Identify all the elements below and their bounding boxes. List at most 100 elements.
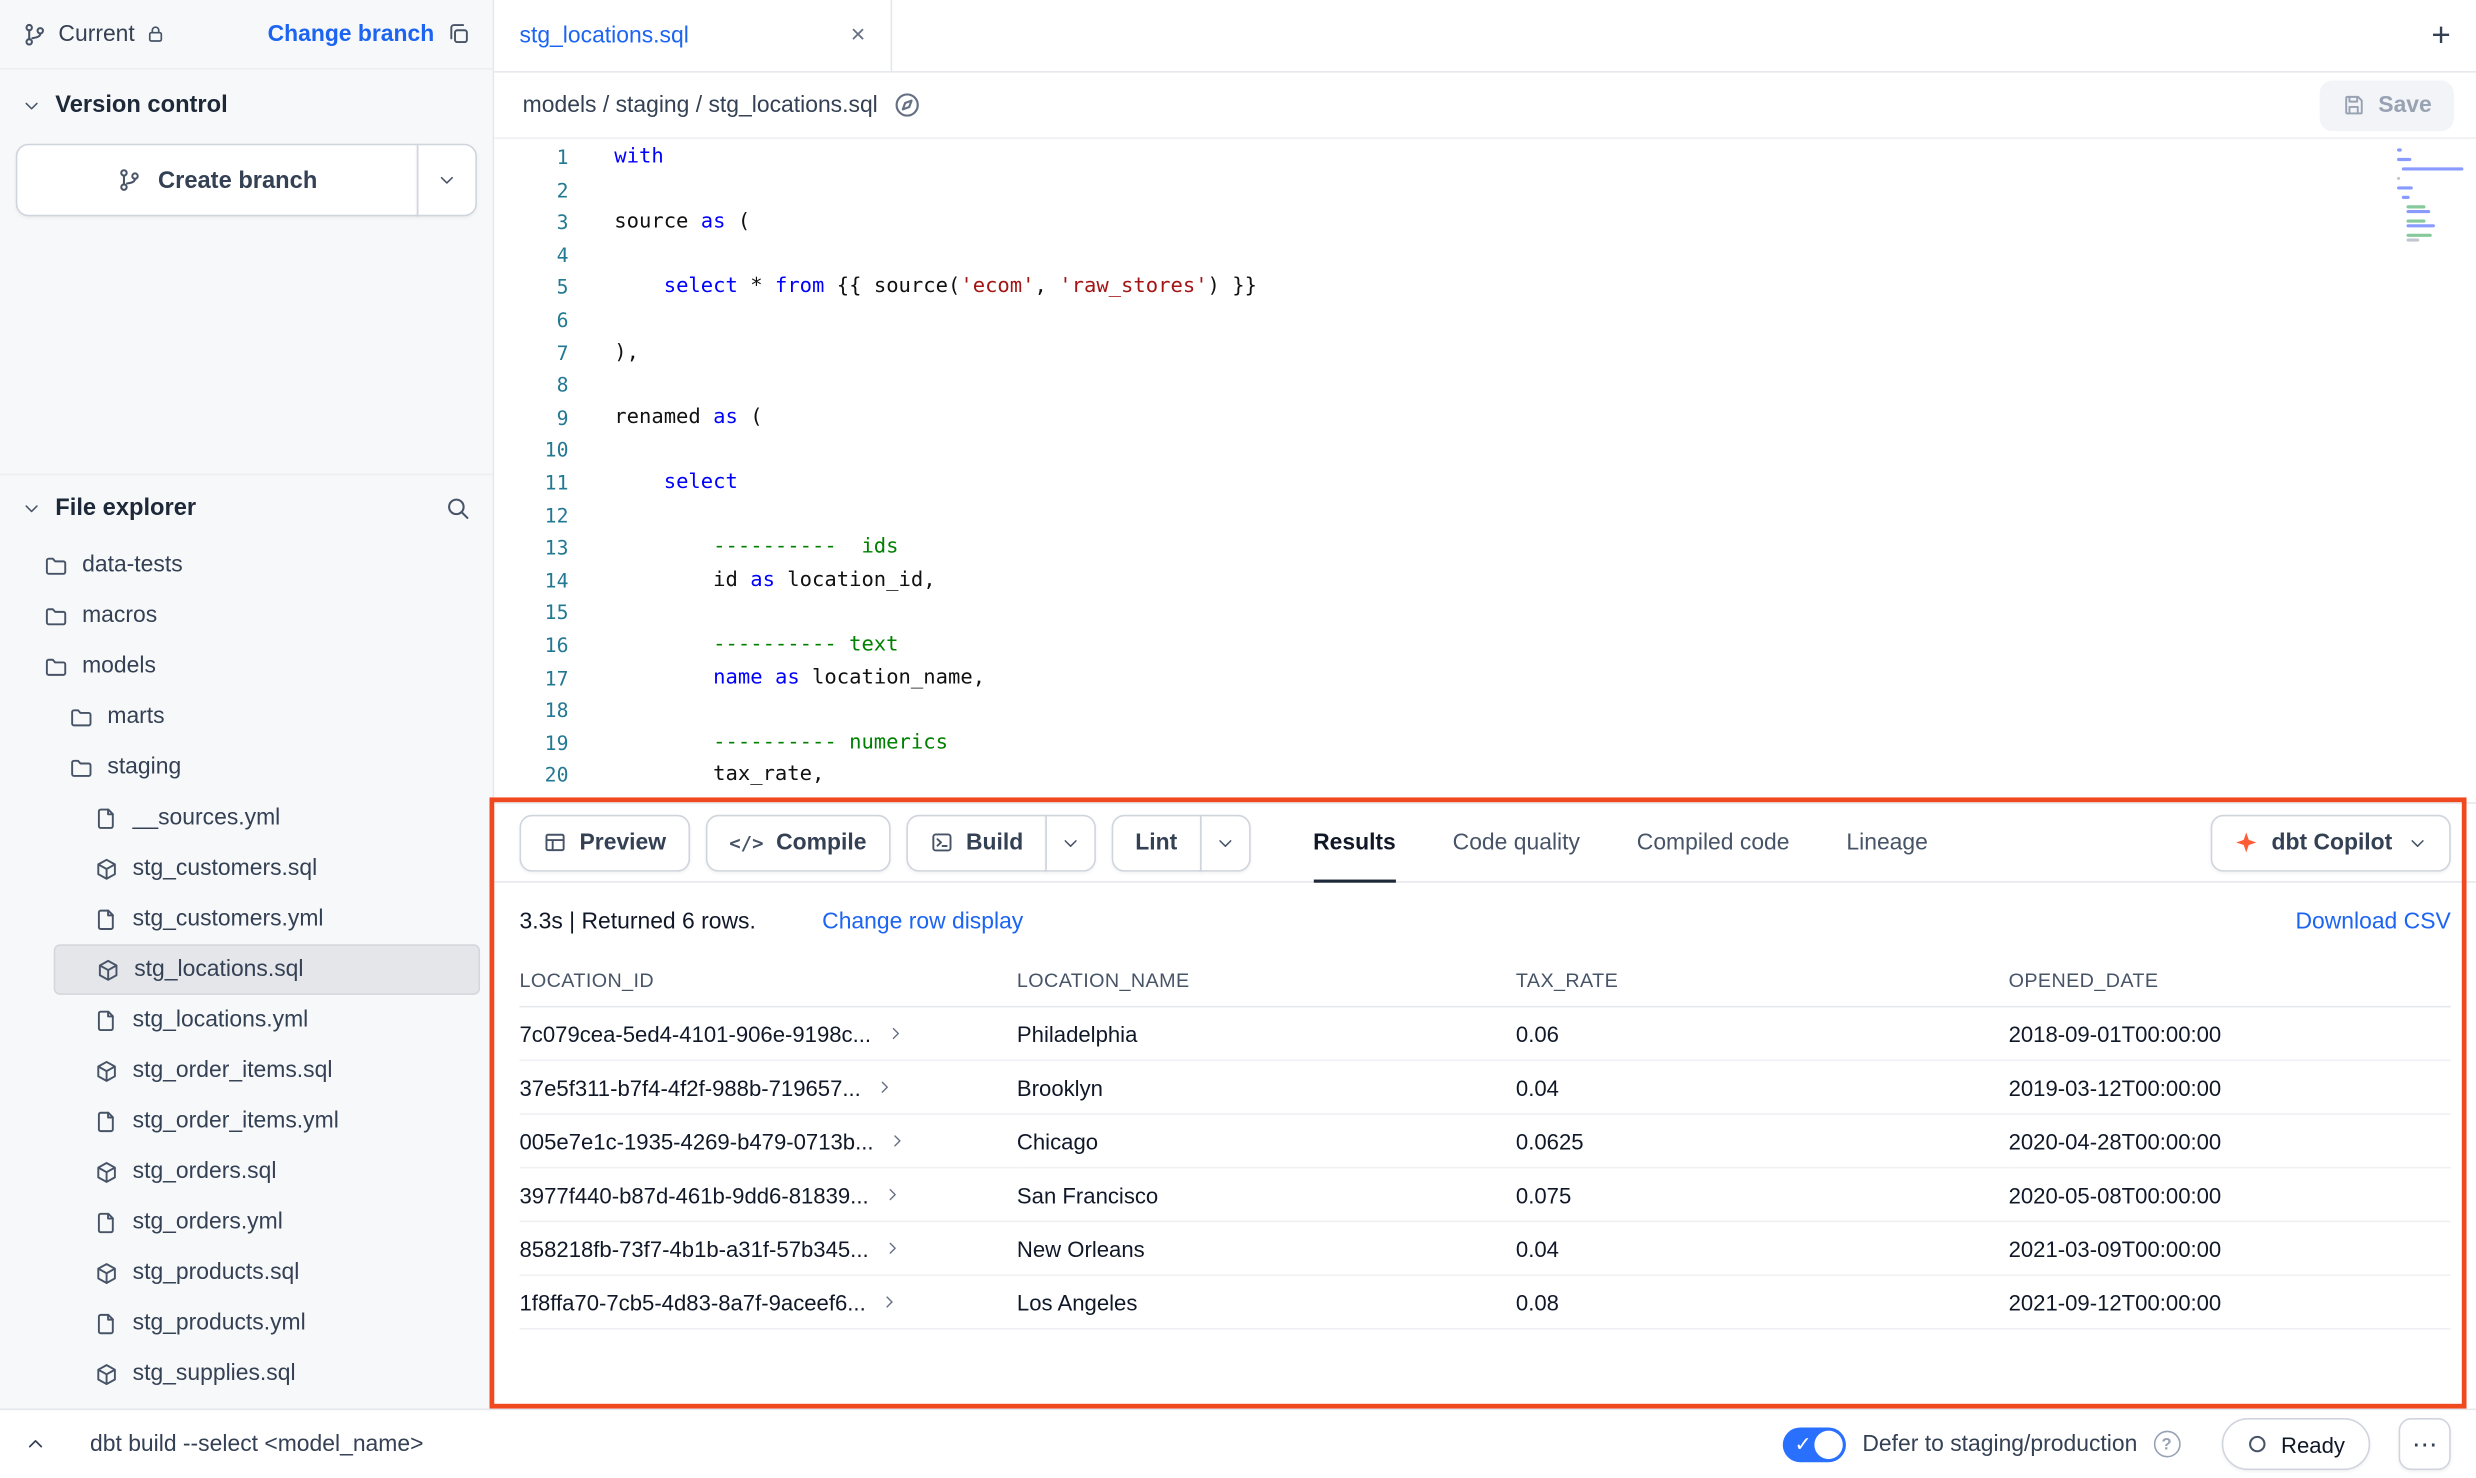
build-dropdown[interactable] — [1045, 814, 1096, 871]
version-control-header[interactable]: Version control — [0, 69, 493, 137]
results-tab-lineage[interactable]: Lineage — [1846, 804, 1927, 881]
close-tab-icon[interactable]: × — [851, 23, 866, 48]
file-tree-item-data-tests[interactable]: data-tests — [0, 540, 493, 591]
chevron-right-icon — [884, 1240, 901, 1257]
create-branch-dropdown[interactable] — [417, 144, 477, 217]
file-tree-item-stg-locations-sql[interactable]: stg_locations.sql — [54, 944, 480, 995]
file-tree-item-stg-supplies-sql[interactable]: stg_supplies.sql — [0, 1349, 493, 1400]
compile-button[interactable]: </> Compile — [706, 814, 891, 871]
line-number: 5 — [494, 272, 614, 305]
expand-row-icon[interactable] — [887, 1025, 904, 1042]
minimap[interactable] — [2394, 145, 2467, 246]
save-icon — [2342, 93, 2366, 117]
cell-location-name: Brooklyn — [1017, 1060, 1516, 1114]
cell-opened-date: 2020-04-28T00:00:00 — [2009, 1114, 2451, 1168]
status-ready-pill[interactable]: Ready — [2221, 1418, 2370, 1470]
file-tree-item-stg-orders-yml[interactable]: stg_orders.yml — [0, 1197, 493, 1248]
file-tree-item-models[interactable]: models — [0, 641, 493, 692]
copilot-label: dbt Copilot — [2271, 830, 2392, 855]
change-row-display-link[interactable]: Change row display — [822, 910, 1023, 935]
lint-button[interactable]: Lint — [1112, 814, 1201, 871]
lint-dropdown[interactable] — [1199, 814, 1250, 871]
location-id-value: 1f8ffa70-7cb5-4d83-8a7f-9aceef6... — [520, 1289, 866, 1314]
results-tab-results[interactable]: Results — [1313, 804, 1396, 881]
file-tree-item-macros[interactable]: macros — [0, 591, 493, 642]
cell-location-name: Los Angeles — [1017, 1275, 1516, 1329]
file-tree-item-stg-products-yml[interactable]: stg_products.yml — [0, 1298, 493, 1349]
preview-button[interactable]: Preview — [520, 814, 690, 871]
minimap-line — [2397, 186, 2412, 189]
preview-label: Preview — [580, 830, 667, 855]
build-label: Build — [966, 830, 1023, 855]
copy-icon[interactable] — [447, 22, 471, 46]
git-branch-icon — [117, 167, 142, 192]
code-line: 20 tax_rate, — [494, 760, 2476, 793]
file-name: data-tests — [82, 553, 183, 578]
chevron-down-icon — [1215, 833, 1234, 852]
folder-icon — [44, 655, 68, 679]
save-button[interactable]: Save — [2320, 80, 2454, 131]
cell-opened-date: 2020-05-08T00:00:00 — [2009, 1168, 2451, 1222]
location-id-value: 005e7e1c-1935-4269-b479-0713b... — [520, 1128, 874, 1153]
cell-location-name: Chicago — [1017, 1114, 1516, 1168]
build-button[interactable]: Build — [906, 814, 1047, 871]
build-icon — [930, 831, 954, 855]
compass-icon[interactable] — [894, 92, 921, 119]
file-tree-item-marts[interactable]: marts — [0, 692, 493, 743]
file-tree-item-stg-order-items-yml[interactable]: stg_order_items.yml — [0, 1096, 493, 1147]
dbt-copilot-button[interactable]: dbt Copilot — [2211, 814, 2450, 871]
line-number: 14 — [494, 565, 614, 598]
command-input[interactable]: dbt build --select <model_name> — [90, 1431, 423, 1456]
file-explorer-header[interactable]: File explorer — [0, 474, 493, 540]
minimap-line — [2397, 215, 2463, 218]
folder-icon — [44, 604, 68, 628]
change-branch-link[interactable]: Change branch — [268, 21, 435, 46]
expand-row-icon[interactable] — [884, 1240, 901, 1257]
model-cube-icon — [95, 857, 119, 881]
code-editor[interactable]: 1with23source as (45 select * from {{ so… — [494, 139, 2476, 802]
minimap-line — [2402, 167, 2463, 170]
minimap-line — [2407, 238, 2418, 241]
file-tree-item-stg-customers-sql[interactable]: stg_customers.sql — [0, 843, 493, 894]
search-icon[interactable] — [445, 495, 470, 520]
file-tree-item-stg-products-sql[interactable]: stg_products.sql — [0, 1247, 493, 1298]
file-name: macros — [82, 603, 157, 628]
new-tab-button[interactable]: + — [2431, 19, 2450, 52]
file-tree-item-stg-locations-yml[interactable]: stg_locations.yml — [0, 995, 493, 1046]
cell-tax-rate: 0.075 — [1516, 1168, 2009, 1222]
results-tab-compiled-code[interactable]: Compiled code — [1637, 804, 1790, 881]
file-tree-item-stg-customers-yml[interactable]: stg_customers.yml — [0, 894, 493, 945]
compile-label: Compile — [776, 830, 866, 855]
code-line: 3source as ( — [494, 207, 2476, 240]
expand-row-icon[interactable] — [882, 1293, 899, 1310]
expand-row-icon[interactable] — [889, 1132, 906, 1149]
current-branch[interactable]: Current — [22, 21, 166, 46]
help-icon[interactable]: ? — [2153, 1431, 2180, 1458]
expand-row-icon[interactable] — [884, 1186, 901, 1203]
chevron-up-icon[interactable] — [25, 1434, 46, 1455]
defer-toggle[interactable]: ✓ — [1783, 1427, 1846, 1462]
create-branch-button[interactable]: Create branch — [16, 144, 419, 217]
results-tab-code-quality[interactable]: Code quality — [1453, 804, 1580, 881]
file-icon — [95, 806, 119, 830]
cell-location-id: 7c079cea-5ed4-4101-906e-9198c... — [520, 1007, 1017, 1061]
line-number: 9 — [494, 402, 614, 435]
more-menu-button[interactable]: ⋯ — [2399, 1418, 2451, 1470]
tab-stg-locations-sql[interactable]: stg_locations.sql × — [494, 0, 892, 71]
file-tree-item-sources-yml[interactable]: __sources.yml — [0, 793, 493, 844]
expand-row-icon[interactable] — [877, 1079, 894, 1096]
folder-icon — [69, 756, 93, 780]
line-number: 19 — [494, 727, 614, 760]
lint-label: Lint — [1135, 830, 1177, 855]
file-tree-item-stg-orders-sql[interactable]: stg_orders.sql — [0, 1146, 493, 1197]
status-ring-icon — [2246, 1434, 2267, 1455]
file-tree-item-staging[interactable]: staging — [0, 742, 493, 793]
download-csv-link[interactable]: Download CSV — [2295, 910, 2450, 935]
file-name: marts — [107, 704, 164, 729]
lint-button-group: Lint — [1112, 814, 1250, 871]
main-panel: stg_locations.sql × + models / staging /… — [494, 0, 2476, 1409]
code-line: 9renamed as ( — [494, 402, 2476, 435]
file-tree-item-stg-order-items-sql[interactable]: stg_order_items.sql — [0, 1045, 493, 1096]
results-table-wrap: LOCATION_IDLOCATION_NAMETAX_RATEOPENED_D… — [494, 955, 2476, 1408]
minimap-line — [2407, 234, 2431, 237]
